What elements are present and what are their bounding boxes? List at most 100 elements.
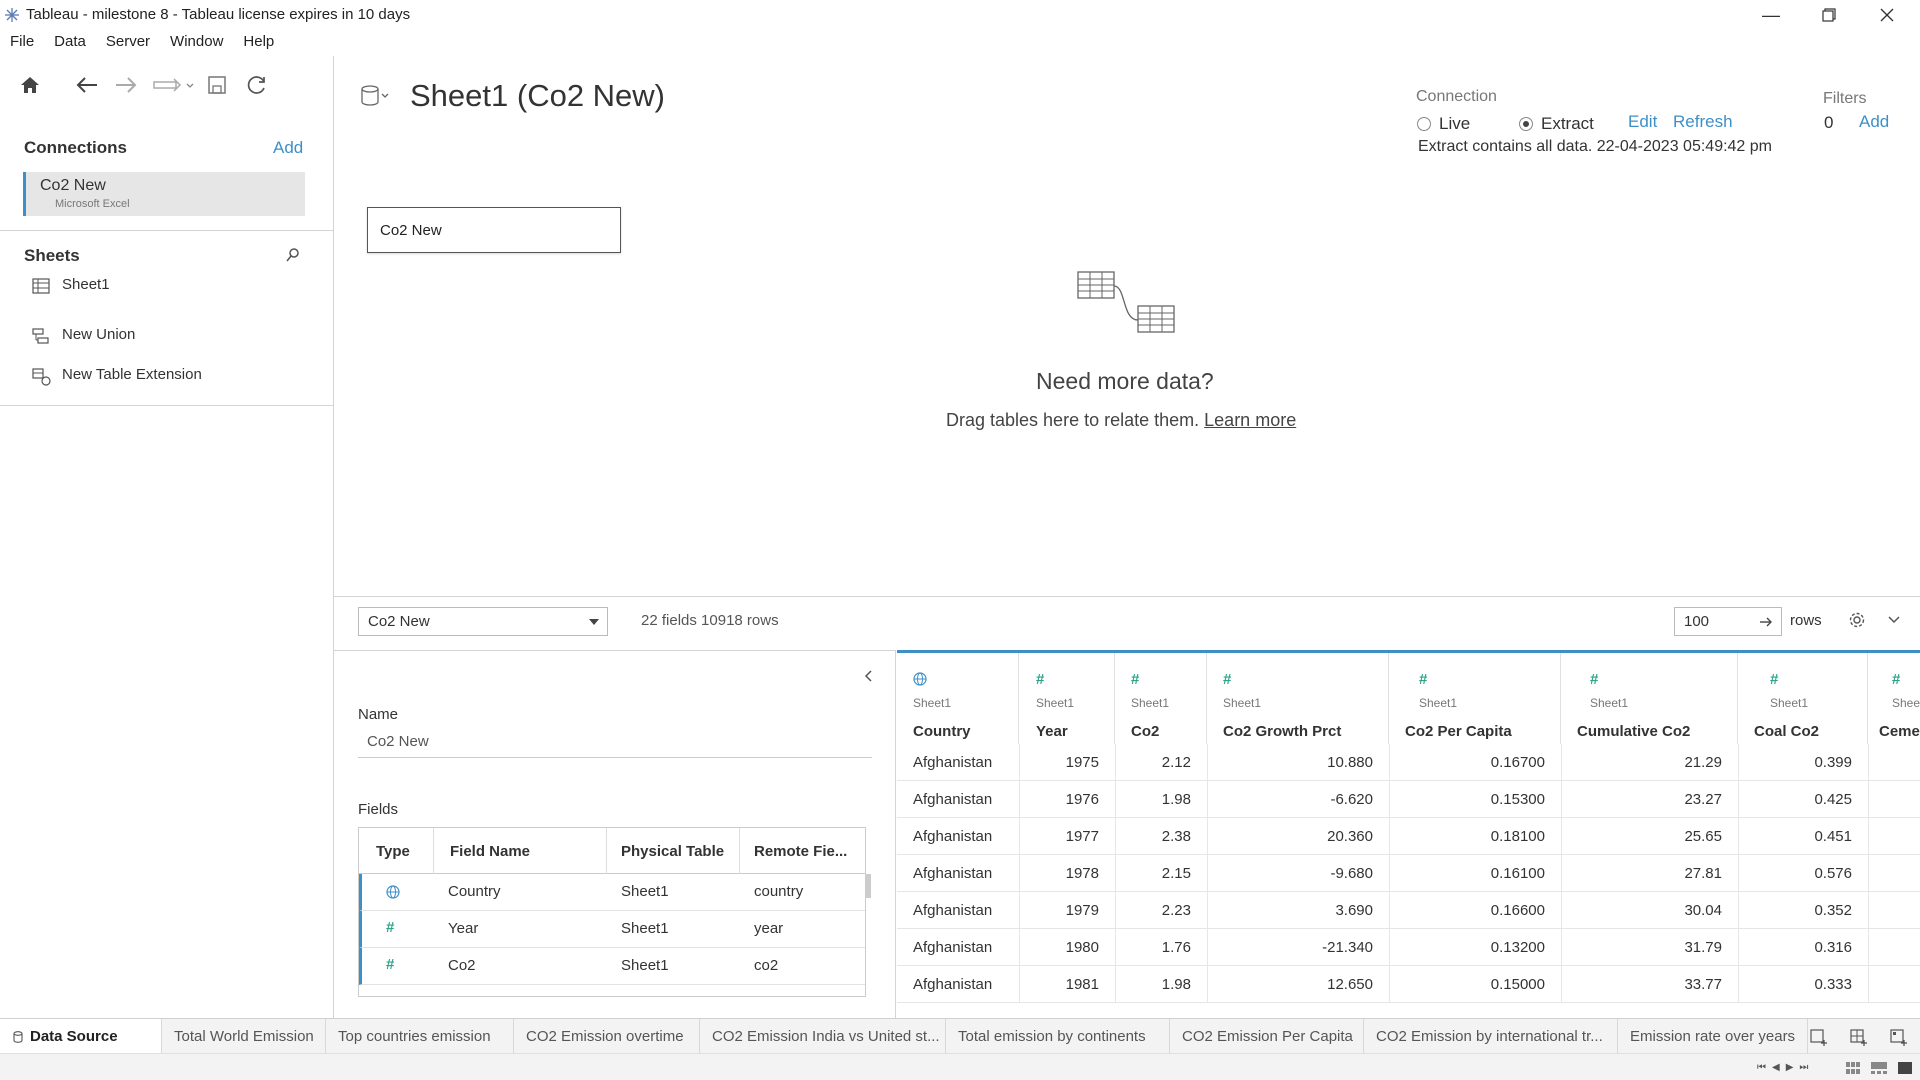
refresh-extract-link[interactable]: Refresh bbox=[1673, 112, 1733, 132]
field-row[interactable]: Country Sheet1 country bbox=[359, 874, 865, 911]
need-more-data-heading: Need more data? bbox=[1036, 368, 1214, 394]
canvas-table-co2-new[interactable]: Co2 New bbox=[367, 207, 621, 253]
grid-column-divider bbox=[1868, 781, 1869, 818]
menu-window[interactable]: Window bbox=[160, 30, 233, 56]
grid-col-header[interactable]: # Sheet1 Co2 Growth Prct bbox=[1207, 653, 1389, 744]
grid-row[interactable]: Afghanistan 1978 2.15 -9.680 0.16100 27.81 0.5… bbox=[897, 855, 1920, 892]
minimize-button[interactable]: — bbox=[1742, 0, 1800, 30]
tab-total-emission-by-continents[interactable]: Total emission by continents bbox=[946, 1019, 1170, 1053]
grid-col-source: Sheet1 bbox=[1590, 696, 1629, 710]
tabs-view-button[interactable] bbox=[1898, 1061, 1912, 1079]
tab-co2-international-trade[interactable]: CO2 Emission by international tr... bbox=[1364, 1019, 1618, 1053]
grid-row[interactable]: Afghanistan 1980 1.76 -21.340 0.13200 31.79 0.… bbox=[897, 929, 1920, 966]
grid-row[interactable]: Afghanistan 1981 1.98 12.650 0.15000 33.77 0.3… bbox=[897, 966, 1920, 1003]
field-row-counts: 22 fields 10918 rows bbox=[641, 612, 779, 629]
tab-total-world-emission[interactable]: Total World Emission bbox=[162, 1019, 326, 1053]
refresh-button[interactable] bbox=[242, 70, 272, 100]
grid-col-source: Sheet1 bbox=[1131, 696, 1170, 710]
menu-file[interactable]: File bbox=[0, 30, 44, 56]
new-dashboard-button[interactable] bbox=[1850, 1028, 1868, 1051]
cell-country: Afghanistan bbox=[913, 939, 993, 956]
grid-column-divider bbox=[1561, 892, 1562, 929]
fields-scrollbar[interactable] bbox=[865, 874, 871, 898]
cell-coal-co2: 0.576 bbox=[1814, 865, 1852, 882]
fields-col-physical-table[interactable]: Physical Table bbox=[607, 828, 740, 874]
datasource-title[interactable]: Sheet1 (Co2 New) bbox=[410, 78, 665, 114]
grid-column-divider bbox=[1738, 892, 1739, 929]
number-icon: # bbox=[1131, 671, 1140, 688]
new-story-button[interactable] bbox=[1890, 1028, 1908, 1051]
cell-coal-co2: 0.425 bbox=[1814, 791, 1852, 808]
learn-more-link[interactable]: Learn more bbox=[1204, 410, 1296, 430]
cell-co2-growth: 12.650 bbox=[1327, 976, 1373, 993]
grid-col-header[interactable]: # Sheet1 Co2 bbox=[1115, 653, 1207, 744]
tab-top-countries-emission[interactable]: Top countries emission bbox=[326, 1019, 514, 1053]
menu-help[interactable]: Help bbox=[233, 30, 284, 56]
tab-navigation-buttons[interactable]: ⏮◀▶⏭ bbox=[1757, 1062, 1814, 1073]
grid-col-header[interactable]: # Sheet1 Cumulative Co2 bbox=[1561, 653, 1738, 744]
grid-column-divider bbox=[1868, 966, 1869, 1003]
cell-co2-growth: -6.620 bbox=[1330, 791, 1373, 808]
grid-row[interactable]: Afghanistan 1977 2.38 20.360 0.18100 25.65 0.4… bbox=[897, 818, 1920, 855]
restore-button[interactable] bbox=[1800, 0, 1858, 30]
collapse-metadata-button[interactable] bbox=[864, 669, 874, 688]
grid-row[interactable]: Afghanistan 1976 1.98 -6.620 0.15300 23.27 0.4… bbox=[897, 781, 1920, 818]
grid-row[interactable]: Afghanistan 1979 2.23 3.690 0.16600 30.04 0.35… bbox=[897, 892, 1920, 929]
edit-extract-link[interactable]: Edit bbox=[1628, 112, 1657, 132]
grid-col-header[interactable]: Sheet1 Country bbox=[897, 653, 1019, 744]
back-button[interactable] bbox=[72, 70, 102, 100]
rows-label: rows bbox=[1790, 612, 1822, 629]
window-title: Tableau - milestone 8 - Tableau license … bbox=[26, 6, 411, 23]
tab-co2-emission-overtime[interactable]: CO2 Emission overtime bbox=[514, 1019, 700, 1053]
sheet-sorter-view-button[interactable] bbox=[1846, 1061, 1860, 1079]
caret-down-icon bbox=[589, 619, 599, 625]
live-radio[interactable]: Live bbox=[1417, 114, 1493, 136]
add-connection-link[interactable]: Add bbox=[273, 138, 303, 158]
grid-col-header[interactable]: # Sheet1 Year bbox=[1019, 653, 1115, 744]
tab-emission-rate-over-years[interactable]: Emission rate over years bbox=[1618, 1019, 1808, 1053]
new-worksheet-button[interactable] bbox=[1810, 1028, 1828, 1051]
sheet-item-sheet1[interactable]: Sheet1 bbox=[32, 276, 302, 300]
tab-data-source[interactable]: Data Source bbox=[0, 1019, 162, 1053]
name-field[interactable]: Co2 New bbox=[358, 730, 872, 758]
grid-col-header[interactable]: # Sheet1 Ceme bbox=[1868, 653, 1920, 744]
extract-radio[interactable]: Extract bbox=[1519, 114, 1619, 136]
new-dashboard-icon bbox=[1850, 1029, 1867, 1046]
filmstrip-view-button[interactable] bbox=[1871, 1061, 1887, 1079]
grid-col-source: Sheet1 bbox=[913, 696, 952, 710]
add-filter-link[interactable]: Add bbox=[1859, 112, 1889, 132]
menu-data[interactable]: Data bbox=[44, 30, 96, 56]
save-button[interactable] bbox=[202, 70, 232, 100]
grid-settings-button[interactable] bbox=[1848, 611, 1866, 634]
tab-co2-india-vs-us[interactable]: CO2 Emission India vs United st... bbox=[700, 1019, 946, 1053]
cell-year: 1979 bbox=[1065, 902, 1099, 919]
field-row[interactable]: # Co2 Sheet1 co2 bbox=[359, 948, 865, 985]
new-table-extension-item[interactable]: New Table Extension bbox=[32, 366, 302, 390]
fields-col-remote-field[interactable]: Remote Fie... bbox=[740, 828, 865, 874]
tab-co2-emission-per-capita[interactable]: CO2 Emission Per Capita bbox=[1170, 1019, 1364, 1053]
data-grid: Sheet1 Country # Sheet1 Year # Sheet1 Co… bbox=[897, 650, 1920, 1018]
grid-col-header[interactable]: # Sheet1 Coal Co2 bbox=[1738, 653, 1868, 744]
home-button[interactable] bbox=[15, 70, 45, 100]
cell-cumulative-co2: 33.77 bbox=[1684, 976, 1722, 993]
close-window-button[interactable] bbox=[1858, 0, 1916, 30]
chevron-down-icon bbox=[1888, 616, 1900, 624]
cell-co2-per-capita: 0.16700 bbox=[1490, 754, 1545, 771]
home-icon bbox=[21, 77, 39, 93]
field-row[interactable]: # Year Sheet1 year bbox=[359, 911, 865, 948]
fields-col-type[interactable]: Type bbox=[359, 828, 434, 874]
new-union-item[interactable]: New Union bbox=[32, 326, 302, 350]
grid-row[interactable]: Afghanistan 1975 2.12 10.880 0.16700 21.29 0.3… bbox=[897, 744, 1920, 781]
menu-server[interactable]: Server bbox=[96, 30, 160, 56]
collapse-grid-button[interactable] bbox=[1887, 613, 1901, 631]
datasource-menu-button[interactable] bbox=[360, 84, 392, 113]
table-select[interactable]: Co2 New bbox=[358, 607, 608, 636]
redo-dropdown-button[interactable] bbox=[151, 70, 197, 100]
grid-col-header[interactable]: # Sheet1 Co2 Per Capita bbox=[1389, 653, 1561, 744]
connection-item[interactable]: Co2 New Microsoft Excel bbox=[23, 172, 305, 216]
rows-input[interactable]: 100 bbox=[1674, 607, 1782, 636]
forward-button[interactable] bbox=[111, 70, 141, 100]
grid-column-divider bbox=[1019, 892, 1020, 929]
search-sheets-button[interactable] bbox=[285, 247, 301, 268]
fields-col-field-name[interactable]: Field Name bbox=[434, 828, 607, 874]
